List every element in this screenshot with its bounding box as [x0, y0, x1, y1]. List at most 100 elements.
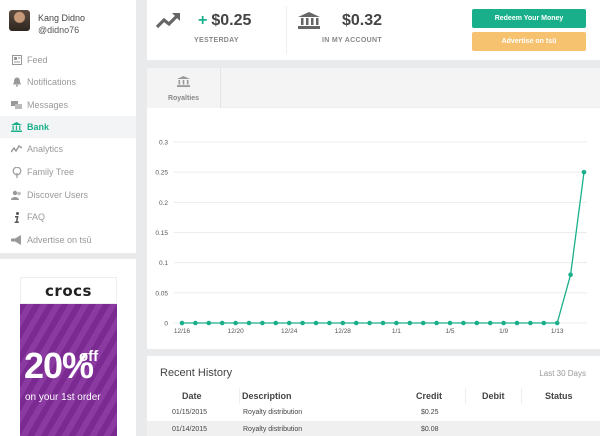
messages-icon	[11, 100, 22, 111]
sidebar-item-feed[interactable]: Feed	[0, 49, 136, 71]
x-tick-label: 1/9	[499, 328, 508, 335]
ad-banner[interactable]: crocs 20% off on your 1st order	[20, 277, 117, 436]
column-debit: Debit	[482, 391, 505, 401]
y-tick-label: 0.1	[159, 260, 168, 267]
x-tick-label: 1/13	[551, 328, 564, 335]
data-point	[447, 320, 453, 326]
sidebar: Kang Didno @didno76 Feed Notifications M…	[0, 0, 136, 253]
ad-line: on your 1st order	[25, 392, 101, 403]
row-description: Royalty distribution	[243, 426, 303, 433]
bank-icon	[298, 12, 320, 34]
data-point	[541, 320, 547, 326]
y-tick-label: 0.25	[155, 170, 168, 177]
data-point	[273, 320, 279, 326]
sidebar-item-label: FAQ	[27, 212, 46, 222]
table-header: Date Description Credit Debit Status	[147, 388, 600, 404]
sidebar-item-label: Family Tree	[27, 167, 75, 177]
plus-sign: +	[198, 12, 208, 29]
data-point	[193, 320, 198, 326]
sidebar-item-faq[interactable]: FAQ	[0, 206, 136, 228]
data-point	[327, 320, 332, 326]
analytics-icon	[11, 144, 22, 155]
y-tick-label: 0	[164, 321, 168, 328]
info-icon	[11, 211, 22, 223]
column-date: Date	[182, 391, 202, 401]
history-title: Recent History	[160, 367, 233, 379]
row-credit: $0.25	[421, 409, 439, 416]
row-description: Royalty distribution	[243, 409, 303, 416]
data-point	[420, 320, 426, 326]
yesterday-value: + $0.25	[198, 12, 252, 29]
y-tick-label: 0.15	[155, 230, 168, 237]
tab-royalties[interactable]: Royalties	[147, 68, 221, 108]
column-credit: Credit	[416, 391, 443, 401]
sidebar-item-label: Bank	[27, 122, 50, 132]
bank-icon	[11, 122, 22, 133]
x-tick-label: 1/1	[392, 328, 401, 335]
data-point	[474, 320, 480, 326]
data-point	[206, 320, 212, 326]
sidebar-item-family-tree[interactable]: Family Tree	[0, 161, 136, 183]
sidebar-item-label: Feed	[27, 55, 48, 65]
recent-history: Recent History Last 30 Days Date Descrip…	[147, 356, 600, 436]
data-point	[514, 320, 520, 326]
profile-header[interactable]: Kang Didno @didno76	[0, 0, 136, 50]
data-point	[367, 320, 372, 326]
account-value: $0.32	[342, 12, 383, 29]
data-point	[434, 320, 439, 326]
sidebar-item-messages[interactable]: Messages	[0, 94, 136, 116]
royalties-panel: Royalties 0 0.05 0.1 0.15 0.2 0.25 0.3 12/16 12/…	[147, 68, 600, 349]
x-tick-label: 12/28	[335, 328, 352, 335]
sidebar-item-discover-users[interactable]: Discover Users	[0, 184, 136, 206]
profile-handle: @didno76	[38, 25, 80, 35]
x-tick-label: 12/20	[227, 328, 244, 335]
data-point	[581, 169, 587, 175]
data-point	[286, 320, 292, 326]
data-point	[487, 320, 493, 326]
megaphone-icon	[11, 235, 22, 246]
avatar[interactable]	[9, 10, 30, 31]
data-point	[300, 320, 305, 326]
data-point	[246, 320, 252, 326]
x-tick-label: 12/24	[281, 328, 298, 335]
stat-yesterday: + $0.25 YESTERDAY	[147, 0, 286, 60]
users-icon	[11, 190, 22, 201]
column-status: Status	[545, 391, 573, 401]
x-tick-label: 12/16	[174, 328, 191, 335]
x-tick-label: 1/5	[445, 328, 454, 335]
data-point	[233, 320, 238, 326]
ad-logo-box: crocs	[20, 277, 117, 304]
bell-icon	[11, 77, 22, 88]
ad-brand-logo: crocs	[45, 281, 92, 300]
y-tick-label: 0.05	[155, 290, 168, 297]
tab-label: Royalties	[167, 95, 200, 102]
sidebar-item-bank[interactable]: Bank	[0, 116, 136, 138]
ad-offer: 20% off on your 1st order	[20, 304, 117, 436]
advertise-button[interactable]: Advertise on tsū	[472, 32, 586, 51]
table-row: 01/15/2015 Royalty distribution $0.25	[147, 404, 600, 421]
sidebar-item-analytics[interactable]: Analytics	[0, 138, 136, 160]
trend-up-icon	[155, 11, 182, 34]
yesterday-label: YESTERDAY	[194, 37, 239, 44]
profile-name[interactable]: Kang Didno	[38, 13, 85, 23]
data-point	[528, 320, 533, 326]
sidebar-item-label: Discover Users	[27, 190, 89, 200]
sidebar-item-label: Notifications	[27, 77, 77, 87]
ad-panel: crocs 20% off on your 1st order	[0, 259, 136, 436]
data-point	[353, 320, 359, 326]
data-point	[179, 320, 185, 326]
tab-bar: Royalties	[147, 68, 600, 108]
row-date: 01/15/2015	[172, 409, 208, 416]
data-point	[380, 320, 386, 326]
history-range[interactable]: Last 30 Days	[539, 369, 586, 378]
series-line	[182, 172, 585, 324]
sidebar-item-label: Messages	[27, 100, 69, 110]
ad-off: off	[79, 348, 99, 365]
redeem-button[interactable]: Redeem Your Money	[472, 9, 586, 28]
sidebar-item-notifications[interactable]: Notifications	[0, 71, 136, 93]
data-point	[501, 320, 506, 326]
y-tick-label: 0.2	[159, 200, 168, 207]
data-point	[568, 272, 573, 278]
table-row: 01/14/2015 Royalty distribution $0.08	[147, 421, 600, 436]
sidebar-item-advertise[interactable]: Advertise on tsū	[0, 229, 136, 251]
